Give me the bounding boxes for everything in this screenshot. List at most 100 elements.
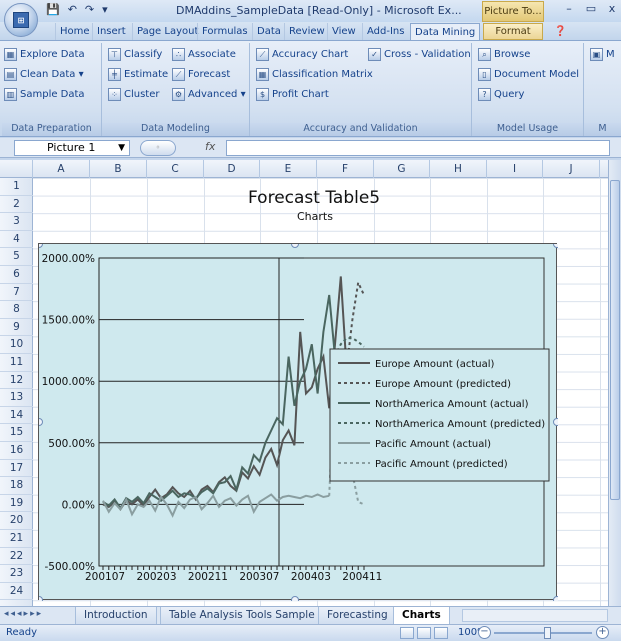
scroll-thumb[interactable]: [610, 180, 620, 500]
tab-format[interactable]: Format: [483, 23, 543, 40]
column-header[interactable]: D: [204, 160, 260, 178]
chevron-down-icon[interactable]: ▼: [118, 141, 125, 155]
sheet-tab-introduction[interactable]: Introduction: [75, 607, 157, 624]
row-header[interactable]: 19: [0, 495, 33, 513]
column-header[interactable]: H: [430, 160, 487, 178]
office-button[interactable]: ⊞: [4, 3, 38, 37]
row-header[interactable]: 8: [0, 301, 33, 319]
row-header[interactable]: 14: [0, 407, 33, 425]
classify-button[interactable]: ⊤ Classify: [108, 45, 162, 63]
formula-bar-handle[interactable]: ◦: [140, 140, 176, 156]
minimize-button[interactable]: –: [560, 2, 578, 15]
selection-handle: [553, 418, 561, 426]
forecast-chart[interactable]: 2000.00% 1500.00% 1000.00% 500.00% 0.00% -500…: [35, 240, 561, 604]
tab-insert[interactable]: Insert: [92, 23, 130, 40]
classification-matrix-button[interactable]: ▦ Classification Matrix: [256, 65, 373, 83]
accuracy-chart-button[interactable]: ⟋ Accuracy Chart: [256, 45, 348, 63]
tab-data-mining[interactable]: Data Mining: [410, 23, 481, 40]
browse-button[interactable]: ⌕ Browse: [478, 45, 530, 63]
column-header[interactable]: B: [90, 160, 147, 178]
document-model-button[interactable]: ▯ Document Model: [478, 65, 579, 83]
page-layout-view-button[interactable]: [417, 627, 431, 639]
help-icon[interactable]: ❓: [550, 23, 570, 40]
normal-view-button[interactable]: [400, 627, 414, 639]
row-header[interactable]: 22: [0, 548, 33, 566]
zoom-slider[interactable]: [494, 627, 592, 639]
column-header[interactable]: F: [317, 160, 374, 178]
row-header[interactable]: 17: [0, 460, 33, 478]
horizontal-scrollbar[interactable]: [462, 609, 608, 622]
close-button[interactable]: x: [603, 2, 621, 15]
undo-icon[interactable]: ↶: [66, 3, 79, 16]
zoom-slider-knob[interactable]: [544, 627, 551, 639]
sample-data-button[interactable]: ▥ Sample Data: [4, 85, 85, 103]
associate-button[interactable]: ∴ Associate: [172, 45, 236, 63]
column-header[interactable]: A: [33, 160, 90, 178]
select-all-corner[interactable]: [0, 160, 33, 178]
column-header[interactable]: I: [487, 160, 543, 178]
row-header[interactable]: 13: [0, 389, 33, 407]
status-bar: Ready 100% − +: [0, 624, 621, 641]
explore-data-button[interactable]: ▦ Explore Data: [4, 45, 85, 63]
tab-home[interactable]: Home: [55, 23, 94, 40]
cross-validation-button[interactable]: ✓ Cross - Validation: [368, 45, 471, 63]
tab-data[interactable]: Data: [252, 23, 285, 40]
row-header[interactable]: 24: [0, 583, 33, 601]
manage-button[interactable]: ▣ M: [590, 45, 615, 63]
row-header[interactable]: 11: [0, 354, 33, 372]
tab-view[interactable]: View: [327, 23, 360, 40]
customize-qat-icon[interactable]: ▾: [100, 3, 110, 16]
zoom-out-button[interactable]: −: [478, 626, 491, 639]
tab-page-layout[interactable]: Page Layout: [132, 23, 202, 40]
tab-formulas[interactable]: Formulas: [197, 23, 252, 40]
row-header[interactable]: 1: [0, 178, 33, 196]
row-header[interactable]: 18: [0, 477, 33, 495]
vertical-scrollbar[interactable]: [608, 160, 621, 606]
row-header[interactable]: 16: [0, 442, 33, 460]
row-header[interactable]: 6: [0, 266, 33, 284]
row-header[interactable]: 4: [0, 231, 33, 249]
save-icon[interactable]: 💾: [44, 3, 62, 16]
row-header[interactable]: 2: [0, 196, 33, 214]
tab-review[interactable]: Review: [284, 23, 329, 40]
sheet-subtitle: Charts: [297, 210, 333, 223]
insert-function-icon[interactable]: fx: [205, 140, 215, 153]
row-header[interactable]: 20: [0, 512, 33, 530]
query-button[interactable]: ? Query: [478, 85, 524, 103]
row-header[interactable]: 23: [0, 565, 33, 583]
advanced-button[interactable]: ⚙ Advanced ▾: [172, 85, 246, 103]
row-header[interactable]: 5: [0, 248, 33, 266]
column-header[interactable]: E: [260, 160, 317, 178]
tab-add-ins[interactable]: Add-Ins: [362, 23, 408, 40]
profit-chart-button[interactable]: $ Profit Chart: [256, 85, 329, 103]
column-header[interactable]: G: [374, 160, 430, 178]
page-break-view-button[interactable]: [434, 627, 448, 639]
column-header[interactable]: C: [147, 160, 204, 178]
ribbon: ▦ Explore Data ▤ Clean Data ▾ ▥ Sample Data…: [0, 40, 621, 137]
clean-data-button[interactable]: ▤ Clean Data ▾: [4, 65, 84, 83]
column-header[interactable]: J: [543, 160, 600, 178]
row-header[interactable]: 21: [0, 530, 33, 548]
name-box[interactable]: Picture 1 ▼: [14, 140, 130, 156]
zoom-in-button[interactable]: +: [596, 626, 609, 639]
sheet-tab-charts[interactable]: Charts: [393, 607, 450, 624]
row-header[interactable]: 7: [0, 284, 33, 302]
forecast-button[interactable]: ⟋ Forecast: [172, 65, 230, 83]
maximize-button[interactable]: ▭: [582, 2, 600, 15]
row-header[interactable]: 3: [0, 213, 33, 231]
formula-input[interactable]: [226, 140, 610, 156]
sample-data-icon: ▥: [4, 87, 17, 101]
row-header[interactable]: 12: [0, 372, 33, 390]
redo-icon[interactable]: ↷: [83, 3, 96, 16]
sheet-title: Forecast Table5: [248, 188, 381, 208]
row-header[interactable]: 10: [0, 336, 33, 354]
row-header[interactable]: 15: [0, 424, 33, 442]
estimate-button[interactable]: ╪ Estimate: [108, 65, 168, 83]
cluster-button[interactable]: ⁘ Cluster: [108, 85, 160, 103]
sheet-nav-arrows[interactable]: ◂◂◂▸▸▸: [4, 609, 43, 619]
sheet-tab-forecasting[interactable]: Forecasting: [318, 607, 397, 624]
sheet-tab-table-analysis[interactable]: Table Analysis Tools Sample: [160, 607, 324, 624]
row-header[interactable]: 9: [0, 319, 33, 337]
classify-icon: ⊤: [108, 47, 121, 61]
quick-access-toolbar: 💾 ↶ ↷ ▾: [44, 3, 110, 16]
